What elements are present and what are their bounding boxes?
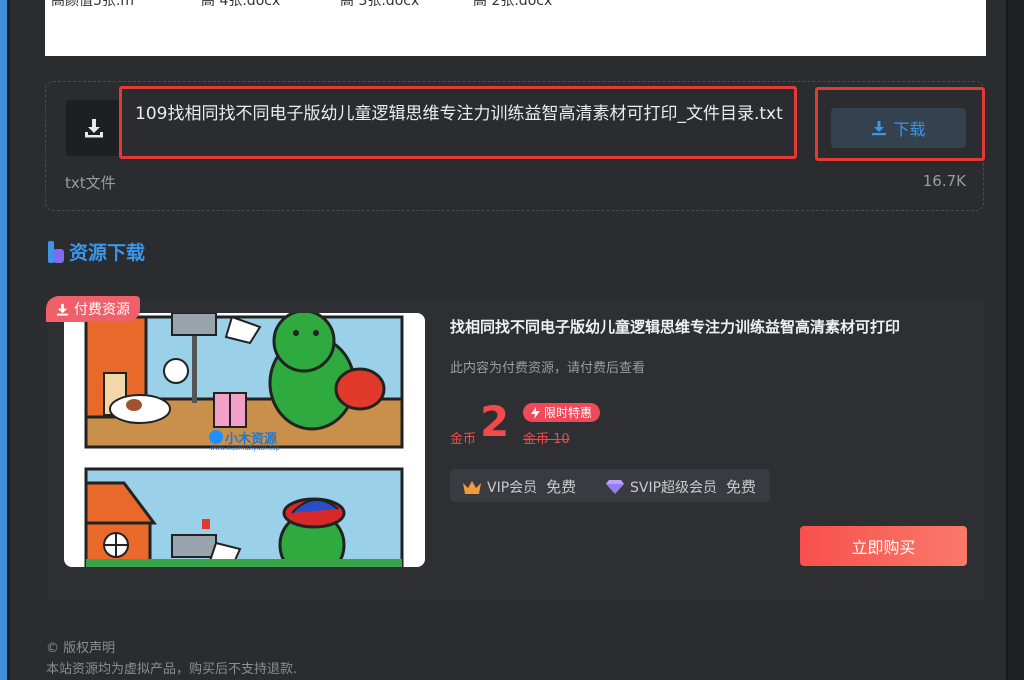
vip-benefit: VIP会员 免费 (462, 476, 576, 497)
window-left-edge (0, 0, 7, 680)
download-icon (85, 119, 103, 138)
top-cell-4: 高 2张.docx (473, 0, 553, 9)
vip-label: VIP会员 (487, 479, 538, 496)
download-button-label: 下载 (893, 120, 926, 139)
section-title: 资源下载 (47, 238, 145, 265)
price-value: 2 (480, 397, 510, 446)
download-icon (56, 303, 69, 316)
lightning-icon (531, 406, 540, 419)
download-button[interactable]: 下载 (831, 108, 966, 148)
member-benefits: VIP会员 免费 SVIP超级会员 免费 (450, 469, 770, 502)
top-cell-1: 高颜值5张.m (51, 0, 134, 9)
thumbnail-watermark-url: www.xiaomuziyuan.top (210, 445, 280, 452)
window-right-divider (1006, 0, 1008, 680)
top-cell-2: 高 4张.docx (201, 0, 281, 9)
product-description: 此内容为付费资源，请付费后查看 (450, 361, 646, 376)
file-type: txt文件 (65, 174, 116, 192)
limited-offer-label: 限时特惠 (544, 406, 593, 420)
file-name: 109找相同找不同电子版幼儿童逻辑思维专注力训练益智高清素材可打印_文件目录.t… (135, 104, 783, 124)
crown-icon (463, 480, 481, 494)
svip-free: 免费 (726, 478, 757, 496)
refund-disclaimer: 本站资源均为虚拟产品，购买后不支持退款. (46, 662, 298, 677)
paid-resource-badge-label: 付费资源 (74, 302, 130, 318)
window-right-edge (1008, 0, 1024, 680)
top-content-panel: 高颜值5张.m 高 4张.docx 高 3张.docx 高 2张.docx (45, 0, 986, 56)
original-price: 金币 10 (523, 432, 570, 447)
file-size: 16.7K (922, 172, 966, 190)
paid-resource-badge: 付费资源 (46, 296, 140, 322)
svip-benefit: SVIP超级会员 免费 (605, 476, 756, 497)
vip-free: 免费 (546, 478, 577, 496)
price-unit: 金币 (450, 432, 477, 447)
limited-offer-tag: 限时特惠 (523, 403, 601, 422)
file-download-icon-tile (66, 100, 122, 156)
window-left-shadow (7, 0, 10, 680)
product-thumbnail[interactable]: 小木资源 www.xiaomuziyuan.top (64, 313, 425, 567)
section-title-text: 资源下载 (69, 242, 146, 264)
top-cell-3: 高 3张.docx (340, 0, 420, 9)
section-title-icon (47, 240, 65, 263)
product-title: 找相同找不同电子版幼儿童逻辑思维专注力训练益智高清素材可打印 (450, 318, 901, 336)
svip-label: SVIP超级会员 (630, 479, 718, 496)
copyright-link[interactable]: © 版权声明 (46, 637, 115, 656)
diamond-icon (606, 479, 624, 494)
download-icon (872, 121, 887, 136)
buy-now-button[interactable]: 立即购买 (800, 526, 967, 566)
